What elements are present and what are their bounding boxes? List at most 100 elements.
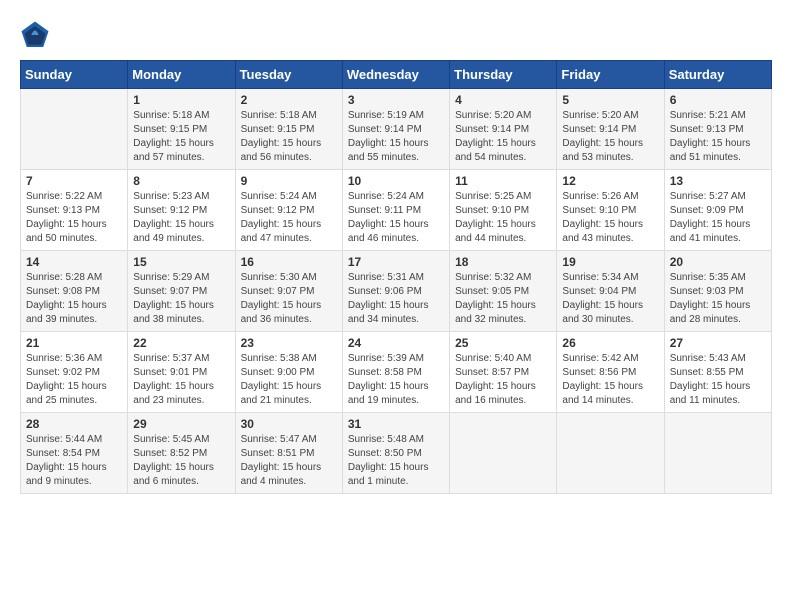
calendar-cell: 23 Sunrise: 5:38 AM Sunset: 9:00 PM Dayli…: [235, 332, 342, 413]
day-number: 11: [455, 174, 551, 188]
calendar-cell: 2Sunrise: 5:18 AM Sunset: 9:15 PM Daylig…: [235, 89, 342, 170]
day-number: 3: [348, 93, 444, 107]
day-header-thursday: Thursday: [450, 61, 557, 89]
calendar-week-row: 28 Sunrise: 5:44 AM Sunset: 8:54 PM Dayli…: [21, 413, 772, 494]
day-number: 25: [455, 336, 551, 350]
day-number: 17: [348, 255, 444, 269]
day-info: Sunrise: 5:26 AM Sunset: 9:10 PM Dayligh…: [562, 190, 658, 246]
day-number: 4: [455, 93, 551, 107]
calendar-week-row: 14Sunrise: 5:28 AM Sunset: 9:08 PM Dayli…: [21, 251, 772, 332]
day-info: Sunrise: 5:47 AM Sunset: 8:51 PM Dayligh…: [241, 433, 337, 489]
calendar-cell: 3 Sunrise: 5:19 AM Sunset: 9:14 PM Daylig…: [342, 89, 449, 170]
calendar-week-row: 21Sunrise: 5:36 AM Sunset: 9:02 PM Dayli…: [21, 332, 772, 413]
calendar-cell: 30 Sunrise: 5:47 AM Sunset: 8:51 PM Dayli…: [235, 413, 342, 494]
calendar-table: SundayMondayTuesdayWednesdayThursdayFrid…: [20, 60, 772, 494]
day-info: Sunrise: 5:37 AM Sunset: 9:01 PM Dayligh…: [133, 352, 229, 408]
calendar-cell: 20 Sunrise: 5:35 AM Sunset: 9:03 PM Dayli…: [664, 251, 771, 332]
day-number: 13: [670, 174, 766, 188]
day-number: 10: [348, 174, 444, 188]
day-info: Sunrise: 5:40 AM Sunset: 8:57 PM Dayligh…: [455, 352, 551, 408]
day-number: 18: [455, 255, 551, 269]
day-number: 1: [133, 93, 229, 107]
day-header-saturday: Saturday: [664, 61, 771, 89]
day-number: 22: [133, 336, 229, 350]
calendar-cell: 25 Sunrise: 5:40 AM Sunset: 8:57 PM Dayli…: [450, 332, 557, 413]
day-info: Sunrise: 5:35 AM Sunset: 9:03 PM Dayligh…: [670, 271, 766, 327]
calendar-cell: 16 Sunrise: 5:30 AM Sunset: 9:07 PM Dayli…: [235, 251, 342, 332]
calendar-cell: 15 Sunrise: 5:29 AM Sunset: 9:07 PM Dayli…: [128, 251, 235, 332]
calendar-header-row: SundayMondayTuesdayWednesdayThursdayFrid…: [21, 61, 772, 89]
calendar-cell: [557, 413, 664, 494]
day-number: 5: [562, 93, 658, 107]
day-info: Sunrise: 5:20 AM Sunset: 9:14 PM Dayligh…: [562, 109, 658, 165]
calendar-cell: 5 Sunrise: 5:20 AM Sunset: 9:14 PM Daylig…: [557, 89, 664, 170]
day-info: Sunrise: 5:22 AM Sunset: 9:13 PM Dayligh…: [26, 190, 122, 246]
day-info: Sunrise: 5:23 AM Sunset: 9:12 PM Dayligh…: [133, 190, 229, 246]
day-info: Sunrise: 5:18 AM Sunset: 9:15 PM Dayligh…: [133, 109, 229, 165]
day-header-monday: Monday: [128, 61, 235, 89]
day-info: Sunrise: 5:25 AM Sunset: 9:10 PM Dayligh…: [455, 190, 551, 246]
calendar-cell: 8 Sunrise: 5:23 AM Sunset: 9:12 PM Daylig…: [128, 170, 235, 251]
calendar-cell: 7 Sunrise: 5:22 AM Sunset: 9:13 PM Daylig…: [21, 170, 128, 251]
calendar-cell: 14Sunrise: 5:28 AM Sunset: 9:08 PM Dayli…: [21, 251, 128, 332]
day-number: 28: [26, 417, 122, 431]
day-info: Sunrise: 5:27 AM Sunset: 9:09 PM Dayligh…: [670, 190, 766, 246]
day-info: Sunrise: 5:44 AM Sunset: 8:54 PM Dayligh…: [26, 433, 122, 489]
day-number: 9: [241, 174, 337, 188]
calendar-cell: 22 Sunrise: 5:37 AM Sunset: 9:01 PM Dayli…: [128, 332, 235, 413]
day-info: Sunrise: 5:30 AM Sunset: 9:07 PM Dayligh…: [241, 271, 337, 327]
day-number: 15: [133, 255, 229, 269]
calendar-cell: 11 Sunrise: 5:25 AM Sunset: 9:10 PM Dayli…: [450, 170, 557, 251]
day-info: Sunrise: 5:45 AM Sunset: 8:52 PM Dayligh…: [133, 433, 229, 489]
calendar-cell: 12 Sunrise: 5:26 AM Sunset: 9:10 PM Dayli…: [557, 170, 664, 251]
day-info: Sunrise: 5:31 AM Sunset: 9:06 PM Dayligh…: [348, 271, 444, 327]
day-number: 23: [241, 336, 337, 350]
day-header-wednesday: Wednesday: [342, 61, 449, 89]
day-number: 19: [562, 255, 658, 269]
day-number: 20: [670, 255, 766, 269]
day-info: Sunrise: 5:32 AM Sunset: 9:05 PM Dayligh…: [455, 271, 551, 327]
day-header-sunday: Sunday: [21, 61, 128, 89]
day-number: 8: [133, 174, 229, 188]
calendar-cell: [21, 89, 128, 170]
logo: [20, 20, 54, 50]
day-info: Sunrise: 5:38 AM Sunset: 9:00 PM Dayligh…: [241, 352, 337, 408]
calendar-cell: 1 Sunrise: 5:18 AM Sunset: 9:15 PM Daylig…: [128, 89, 235, 170]
day-number: 2: [241, 93, 337, 107]
day-number: 29: [133, 417, 229, 431]
calendar-cell: 28 Sunrise: 5:44 AM Sunset: 8:54 PM Dayli…: [21, 413, 128, 494]
day-number: 27: [670, 336, 766, 350]
day-info: Sunrise: 5:34 AM Sunset: 9:04 PM Dayligh…: [562, 271, 658, 327]
calendar-cell: 6Sunrise: 5:21 AM Sunset: 9:13 PM Daylig…: [664, 89, 771, 170]
day-info: Sunrise: 5:36 AM Sunset: 9:02 PM Dayligh…: [26, 352, 122, 408]
day-number: 31: [348, 417, 444, 431]
calendar-cell: 10 Sunrise: 5:24 AM Sunset: 9:11 PM Dayli…: [342, 170, 449, 251]
day-info: Sunrise: 5:29 AM Sunset: 9:07 PM Dayligh…: [133, 271, 229, 327]
page-header: [20, 20, 772, 50]
day-info: Sunrise: 5:48 AM Sunset: 8:50 PM Dayligh…: [348, 433, 444, 489]
day-number: 14: [26, 255, 122, 269]
calendar-cell: 9Sunrise: 5:24 AM Sunset: 9:12 PM Daylig…: [235, 170, 342, 251]
day-number: 7: [26, 174, 122, 188]
day-info: Sunrise: 5:21 AM Sunset: 9:13 PM Dayligh…: [670, 109, 766, 165]
day-number: 30: [241, 417, 337, 431]
day-info: Sunrise: 5:42 AM Sunset: 8:56 PM Dayligh…: [562, 352, 658, 408]
calendar-cell: 21Sunrise: 5:36 AM Sunset: 9:02 PM Dayli…: [21, 332, 128, 413]
day-number: 16: [241, 255, 337, 269]
calendar-cell: 26Sunrise: 5:42 AM Sunset: 8:56 PM Dayli…: [557, 332, 664, 413]
calendar-cell: 19 Sunrise: 5:34 AM Sunset: 9:04 PM Dayli…: [557, 251, 664, 332]
day-info: Sunrise: 5:19 AM Sunset: 9:14 PM Dayligh…: [348, 109, 444, 165]
calendar-week-row: 7 Sunrise: 5:22 AM Sunset: 9:13 PM Daylig…: [21, 170, 772, 251]
day-info: Sunrise: 5:39 AM Sunset: 8:58 PM Dayligh…: [348, 352, 444, 408]
calendar-cell: 27 Sunrise: 5:43 AM Sunset: 8:55 PM Dayli…: [664, 332, 771, 413]
calendar-cell: 4Sunrise: 5:20 AM Sunset: 9:14 PM Daylig…: [450, 89, 557, 170]
day-info: Sunrise: 5:24 AM Sunset: 9:11 PM Dayligh…: [348, 190, 444, 246]
calendar-cell: [664, 413, 771, 494]
calendar-week-row: 1 Sunrise: 5:18 AM Sunset: 9:15 PM Daylig…: [21, 89, 772, 170]
calendar-cell: 29 Sunrise: 5:45 AM Sunset: 8:52 PM Dayli…: [128, 413, 235, 494]
calendar-cell: 18 Sunrise: 5:32 AM Sunset: 9:05 PM Dayli…: [450, 251, 557, 332]
day-number: 12: [562, 174, 658, 188]
logo-icon: [20, 20, 50, 50]
day-info: Sunrise: 5:43 AM Sunset: 8:55 PM Dayligh…: [670, 352, 766, 408]
day-header-tuesday: Tuesday: [235, 61, 342, 89]
